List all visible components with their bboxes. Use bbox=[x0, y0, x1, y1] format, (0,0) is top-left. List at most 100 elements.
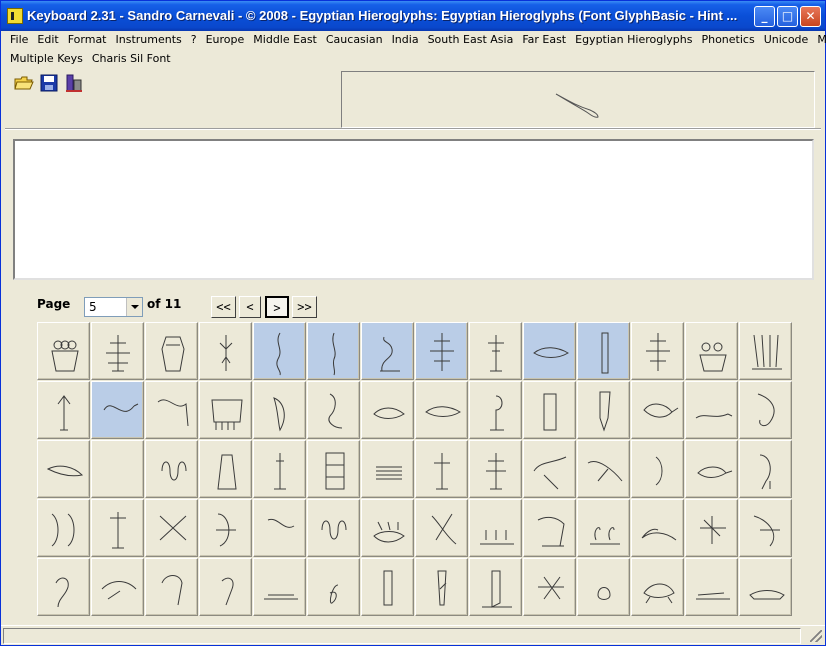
glyph-key[interactable] bbox=[739, 440, 792, 498]
glyph-key[interactable] bbox=[307, 499, 360, 557]
maximize-button[interactable]: □ bbox=[777, 6, 798, 27]
glyph-key[interactable] bbox=[631, 381, 684, 439]
glyph-key[interactable] bbox=[469, 558, 522, 616]
glyph-key[interactable] bbox=[199, 440, 252, 498]
glyph-key[interactable] bbox=[577, 440, 630, 498]
menu-south-east-asia[interactable]: South East Asia bbox=[425, 33, 517, 46]
menu-unicode[interactable]: Unicode bbox=[761, 33, 812, 46]
glyph-key[interactable] bbox=[91, 440, 144, 498]
glyph-key[interactable] bbox=[739, 381, 792, 439]
menu-charis-sil-font[interactable]: Charis Sil Font bbox=[89, 52, 174, 65]
glyph-key[interactable] bbox=[415, 381, 468, 439]
glyph-key[interactable] bbox=[469, 440, 522, 498]
glyph-key[interactable] bbox=[145, 440, 198, 498]
glyph-key[interactable] bbox=[577, 499, 630, 557]
title-bar[interactable]: Keyboard 2.31 - Sandro Carnevali - © 200… bbox=[1, 1, 825, 31]
next-page-button[interactable]: > bbox=[265, 296, 289, 318]
glyph-key[interactable] bbox=[523, 322, 576, 380]
glyph-key[interactable] bbox=[631, 322, 684, 380]
glyph-key[interactable] bbox=[199, 322, 252, 380]
menu-instruments[interactable]: Instruments bbox=[113, 33, 185, 46]
glyph-key[interactable] bbox=[739, 499, 792, 557]
glyph-key[interactable] bbox=[631, 558, 684, 616]
last-page-button[interactable]: >> bbox=[292, 296, 317, 318]
glyph-key[interactable] bbox=[523, 381, 576, 439]
glyph-key[interactable] bbox=[37, 381, 90, 439]
menu-file[interactable]: File bbox=[7, 33, 31, 46]
chevron-down-icon[interactable] bbox=[126, 298, 142, 316]
glyph-key[interactable] bbox=[685, 440, 738, 498]
glyph-key[interactable] bbox=[415, 440, 468, 498]
menu-edit[interactable]: Edit bbox=[34, 33, 61, 46]
glyph-key[interactable] bbox=[685, 322, 738, 380]
glyph-key[interactable] bbox=[145, 558, 198, 616]
glyph-key[interactable] bbox=[685, 499, 738, 557]
text-editor[interactable] bbox=[13, 139, 814, 280]
glyph-key[interactable] bbox=[91, 499, 144, 557]
glyph-key[interactable] bbox=[361, 558, 414, 616]
glyph-key[interactable] bbox=[253, 322, 306, 380]
glyph-key[interactable] bbox=[361, 440, 414, 498]
menu-far-east[interactable]: Far East bbox=[519, 33, 569, 46]
glyph-key[interactable] bbox=[37, 558, 90, 616]
menu-multiple-keys[interactable]: Multiple Keys bbox=[7, 52, 86, 65]
glyph-key[interactable] bbox=[415, 322, 468, 380]
menu-middle-east[interactable]: Middle East bbox=[250, 33, 320, 46]
glyph-key[interactable] bbox=[685, 381, 738, 439]
close-button[interactable]: ✕ bbox=[800, 6, 821, 27]
glyph-key[interactable] bbox=[307, 381, 360, 439]
glyph-key[interactable] bbox=[415, 499, 468, 557]
menu-more[interactable]: More bbox=[814, 33, 826, 46]
glyph-key[interactable] bbox=[253, 499, 306, 557]
menu-egyptian-hieroglyphs[interactable]: Egyptian Hieroglyphs bbox=[572, 33, 695, 46]
glyph-key[interactable] bbox=[523, 499, 576, 557]
glyph-key[interactable] bbox=[739, 322, 792, 380]
glyph-key[interactable] bbox=[307, 322, 360, 380]
glyph-key[interactable] bbox=[91, 558, 144, 616]
prev-page-button[interactable]: < bbox=[239, 296, 261, 318]
glyph-key[interactable] bbox=[37, 322, 90, 380]
menu-phonetics[interactable]: Phonetics bbox=[698, 33, 757, 46]
menu-help[interactable]: ? bbox=[188, 33, 200, 46]
page-select[interactable]: 5 bbox=[84, 297, 143, 317]
glyph-key[interactable] bbox=[739, 558, 792, 616]
glyph-key[interactable] bbox=[199, 558, 252, 616]
glyph-key[interactable] bbox=[307, 440, 360, 498]
glyph-key[interactable] bbox=[145, 381, 198, 439]
save-disk-icon[interactable] bbox=[38, 72, 60, 94]
glyph-key[interactable] bbox=[685, 558, 738, 616]
glyph-key[interactable] bbox=[415, 558, 468, 616]
glyph-key[interactable] bbox=[145, 499, 198, 557]
glyph-key[interactable] bbox=[145, 322, 198, 380]
first-page-button[interactable]: << bbox=[211, 296, 236, 318]
resize-grip-icon[interactable] bbox=[810, 630, 822, 642]
glyph-key[interactable] bbox=[469, 381, 522, 439]
glyph-key[interactable] bbox=[307, 558, 360, 616]
menu-europe[interactable]: Europe bbox=[203, 33, 248, 46]
open-folder-icon[interactable] bbox=[13, 72, 35, 94]
glyph-key[interactable] bbox=[577, 322, 630, 380]
glyph-key[interactable] bbox=[91, 381, 144, 439]
menu-format[interactable]: Format bbox=[65, 33, 110, 46]
glyph-key[interactable] bbox=[631, 440, 684, 498]
glyph-key[interactable] bbox=[469, 499, 522, 557]
minimize-button[interactable]: _ bbox=[754, 6, 775, 27]
glyph-key[interactable] bbox=[523, 440, 576, 498]
menu-india[interactable]: India bbox=[389, 33, 422, 46]
glyph-key[interactable] bbox=[523, 558, 576, 616]
glyph-key[interactable] bbox=[361, 381, 414, 439]
glyph-key[interactable] bbox=[361, 499, 414, 557]
glyph-key[interactable] bbox=[37, 440, 90, 498]
glyph-key[interactable] bbox=[37, 499, 90, 557]
glyph-key[interactable] bbox=[469, 322, 522, 380]
keyboard-tool-icon[interactable] bbox=[63, 72, 85, 94]
glyph-key[interactable] bbox=[199, 499, 252, 557]
glyph-key[interactable] bbox=[577, 558, 630, 616]
menu-caucasian[interactable]: Caucasian bbox=[323, 33, 386, 46]
glyph-key[interactable] bbox=[253, 558, 306, 616]
glyph-key[interactable] bbox=[91, 322, 144, 380]
glyph-key[interactable] bbox=[361, 322, 414, 380]
glyph-key[interactable] bbox=[631, 499, 684, 557]
glyph-key[interactable] bbox=[253, 440, 306, 498]
glyph-key[interactable] bbox=[577, 381, 630, 439]
